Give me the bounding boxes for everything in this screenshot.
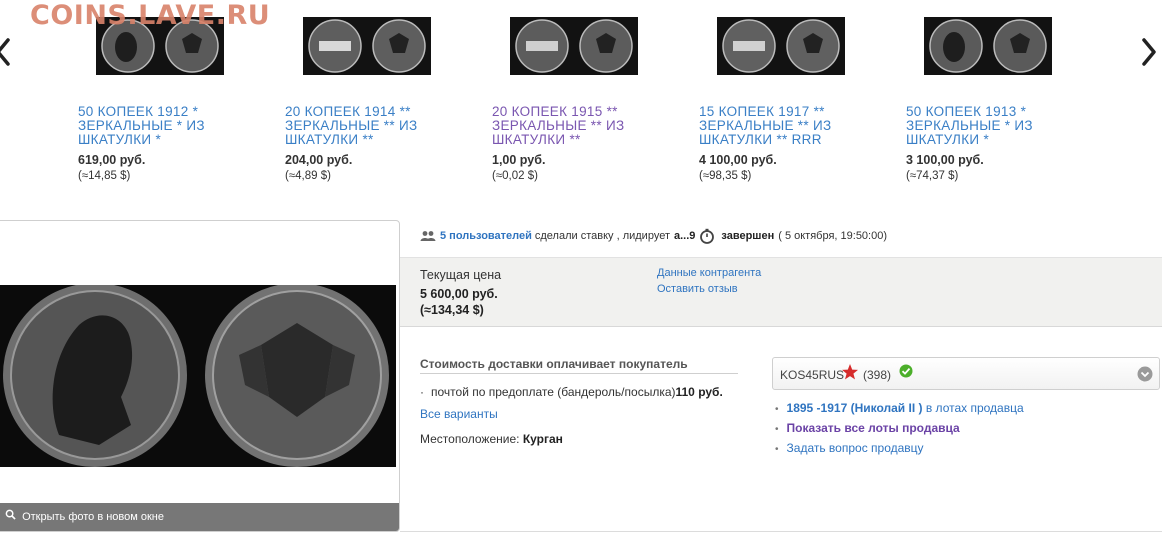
seller-name: KOS45RUS — [780, 368, 845, 382]
item-price-usd: (≈4,89 $) — [285, 170, 331, 182]
item-price: 619,00 руб. — [78, 153, 146, 167]
delivery-cost: 110 руб. — [675, 385, 723, 399]
star-icon — [841, 363, 859, 381]
item-price: 3 100,00 руб. — [906, 153, 984, 167]
auction-end-time: ( 5 октября, 19:50:00) — [778, 230, 888, 242]
photo-panel: Открыть фото в новом окне — [0, 220, 400, 532]
seller-all-lots: • Показать все лоты продавца — [775, 420, 1024, 440]
seller-dropdown[interactable]: KOS45RUS (398) — [772, 357, 1160, 390]
verified-check-icon — [899, 364, 913, 378]
seller-category-lots: • 1895 -1917 (Николай II ) в лотах продав… — [775, 400, 1024, 420]
bids-summary: 5 пользователей сделали ставку , лидируе… — [420, 228, 887, 244]
item-price: 4 100,00 руб. — [699, 153, 777, 167]
coin-main-photo[interactable] — [0, 285, 396, 467]
coin-thumbnail[interactable] — [510, 17, 638, 75]
leader-name: a...9 — [673, 230, 696, 242]
item-price-usd: (≈98,35 $) — [699, 170, 752, 182]
bullet-icon: • — [775, 404, 779, 415]
location-label: Местоположение: — [420, 432, 520, 446]
coin-thumbnail[interactable] — [303, 17, 431, 75]
item-price-usd: (≈0,02 $) — [492, 170, 538, 182]
seller-rating: (398) — [863, 368, 892, 382]
bids-text: сделали ставку , лидирует — [534, 230, 670, 242]
item-price: 204,00 руб. — [285, 153, 353, 167]
coin-thumbnail[interactable] — [717, 17, 845, 75]
delivery-option: · почтой по предоплате (бандероль/посылка… — [420, 385, 723, 399]
carousel-prev-arrow-icon[interactable] — [0, 36, 14, 68]
bullet-icon: • — [775, 444, 779, 455]
current-price-block: Текущая цена 5 600,00 руб. (≈134,34 $) Д… — [400, 257, 1162, 327]
seller-ask-question: • Задать вопрос продавцу — [775, 440, 1024, 460]
seller-links: • 1895 -1917 (Николай II ) в лотах продав… — [775, 400, 1024, 460]
bidders-link[interactable]: 5 пользователей — [440, 230, 532, 242]
open-photo-label: Открыть фото в новом окне — [22, 511, 165, 523]
auction-status: завершен — [721, 230, 775, 242]
site-watermark: COINS.LAVE.RU — [30, 0, 271, 31]
counterparty-data-link[interactable]: Данные контрагента — [657, 267, 761, 279]
category-lots-link[interactable]: 1895 -1917 (Николай II ) — [787, 401, 923, 415]
item-price-usd: (≈14,85 $) — [78, 170, 131, 182]
item-title-link[interactable]: 20 КОПЕЕК 1915 ** ЗЕРКАЛЬНЫЕ ** ИЗ ШКАТУ… — [492, 105, 672, 147]
users-icon — [420, 230, 436, 242]
bullet-icon: • — [775, 424, 779, 435]
carousel-next-arrow-icon[interactable] — [1138, 36, 1160, 68]
all-seller-lots-link[interactable]: Показать все лоты продавца — [787, 421, 960, 435]
delivery-title: Стоимость доставки оплачивает покупатель — [420, 357, 738, 374]
bullet-icon: · — [420, 385, 424, 399]
current-price-usd: (≈134,34 $) — [420, 303, 484, 317]
chevron-down-icon[interactable] — [1137, 366, 1153, 382]
ask-seller-link[interactable]: Задать вопрос продавцу — [787, 441, 924, 455]
current-price-label: Текущая цена — [420, 268, 502, 282]
divider — [400, 531, 1162, 532]
item-title-link[interactable]: 20 КОПЕЕК 1914 ** ЗЕРКАЛЬНЫЕ ** ИЗ ШКАТУ… — [285, 105, 465, 147]
item-price: 1,00 руб. — [492, 153, 546, 167]
delivery-method: почтой по предоплате (бандероль/посылка) — [431, 385, 676, 399]
item-price-usd: (≈74,37 $) — [906, 170, 959, 182]
category-lots-suffix[interactable]: в лотах продавца — [926, 401, 1024, 415]
item-title-link[interactable]: 50 КОПЕЕК 1912 * ЗЕРКАЛЬНЫЕ * ИЗ ШКАТУЛК… — [78, 105, 258, 147]
open-photo-new-window-button[interactable]: Открыть фото в новом окне — [0, 503, 399, 531]
current-price-rub: 5 600,00 руб. — [420, 287, 498, 301]
item-title-link[interactable]: 50 КОПЕЕК 1913 * ЗЕРКАЛЬНЫЕ * ИЗ ШКАТУЛК… — [906, 105, 1086, 147]
leave-review-link[interactable]: Оставить отзыв — [657, 283, 738, 295]
location: Местоположение: Курган — [420, 432, 563, 446]
item-title-link[interactable]: 15 КОПЕЕК 1917 ** ЗЕРКАЛЬНЫЕ ** ИЗ ШКАТУ… — [699, 105, 879, 147]
all-variants-link[interactable]: Все варианты — [420, 407, 498, 421]
magnifier-icon — [5, 503, 16, 531]
clock-icon — [699, 228, 715, 244]
location-city: Курган — [522, 432, 563, 446]
coin-thumbnail[interactable] — [924, 17, 1052, 75]
